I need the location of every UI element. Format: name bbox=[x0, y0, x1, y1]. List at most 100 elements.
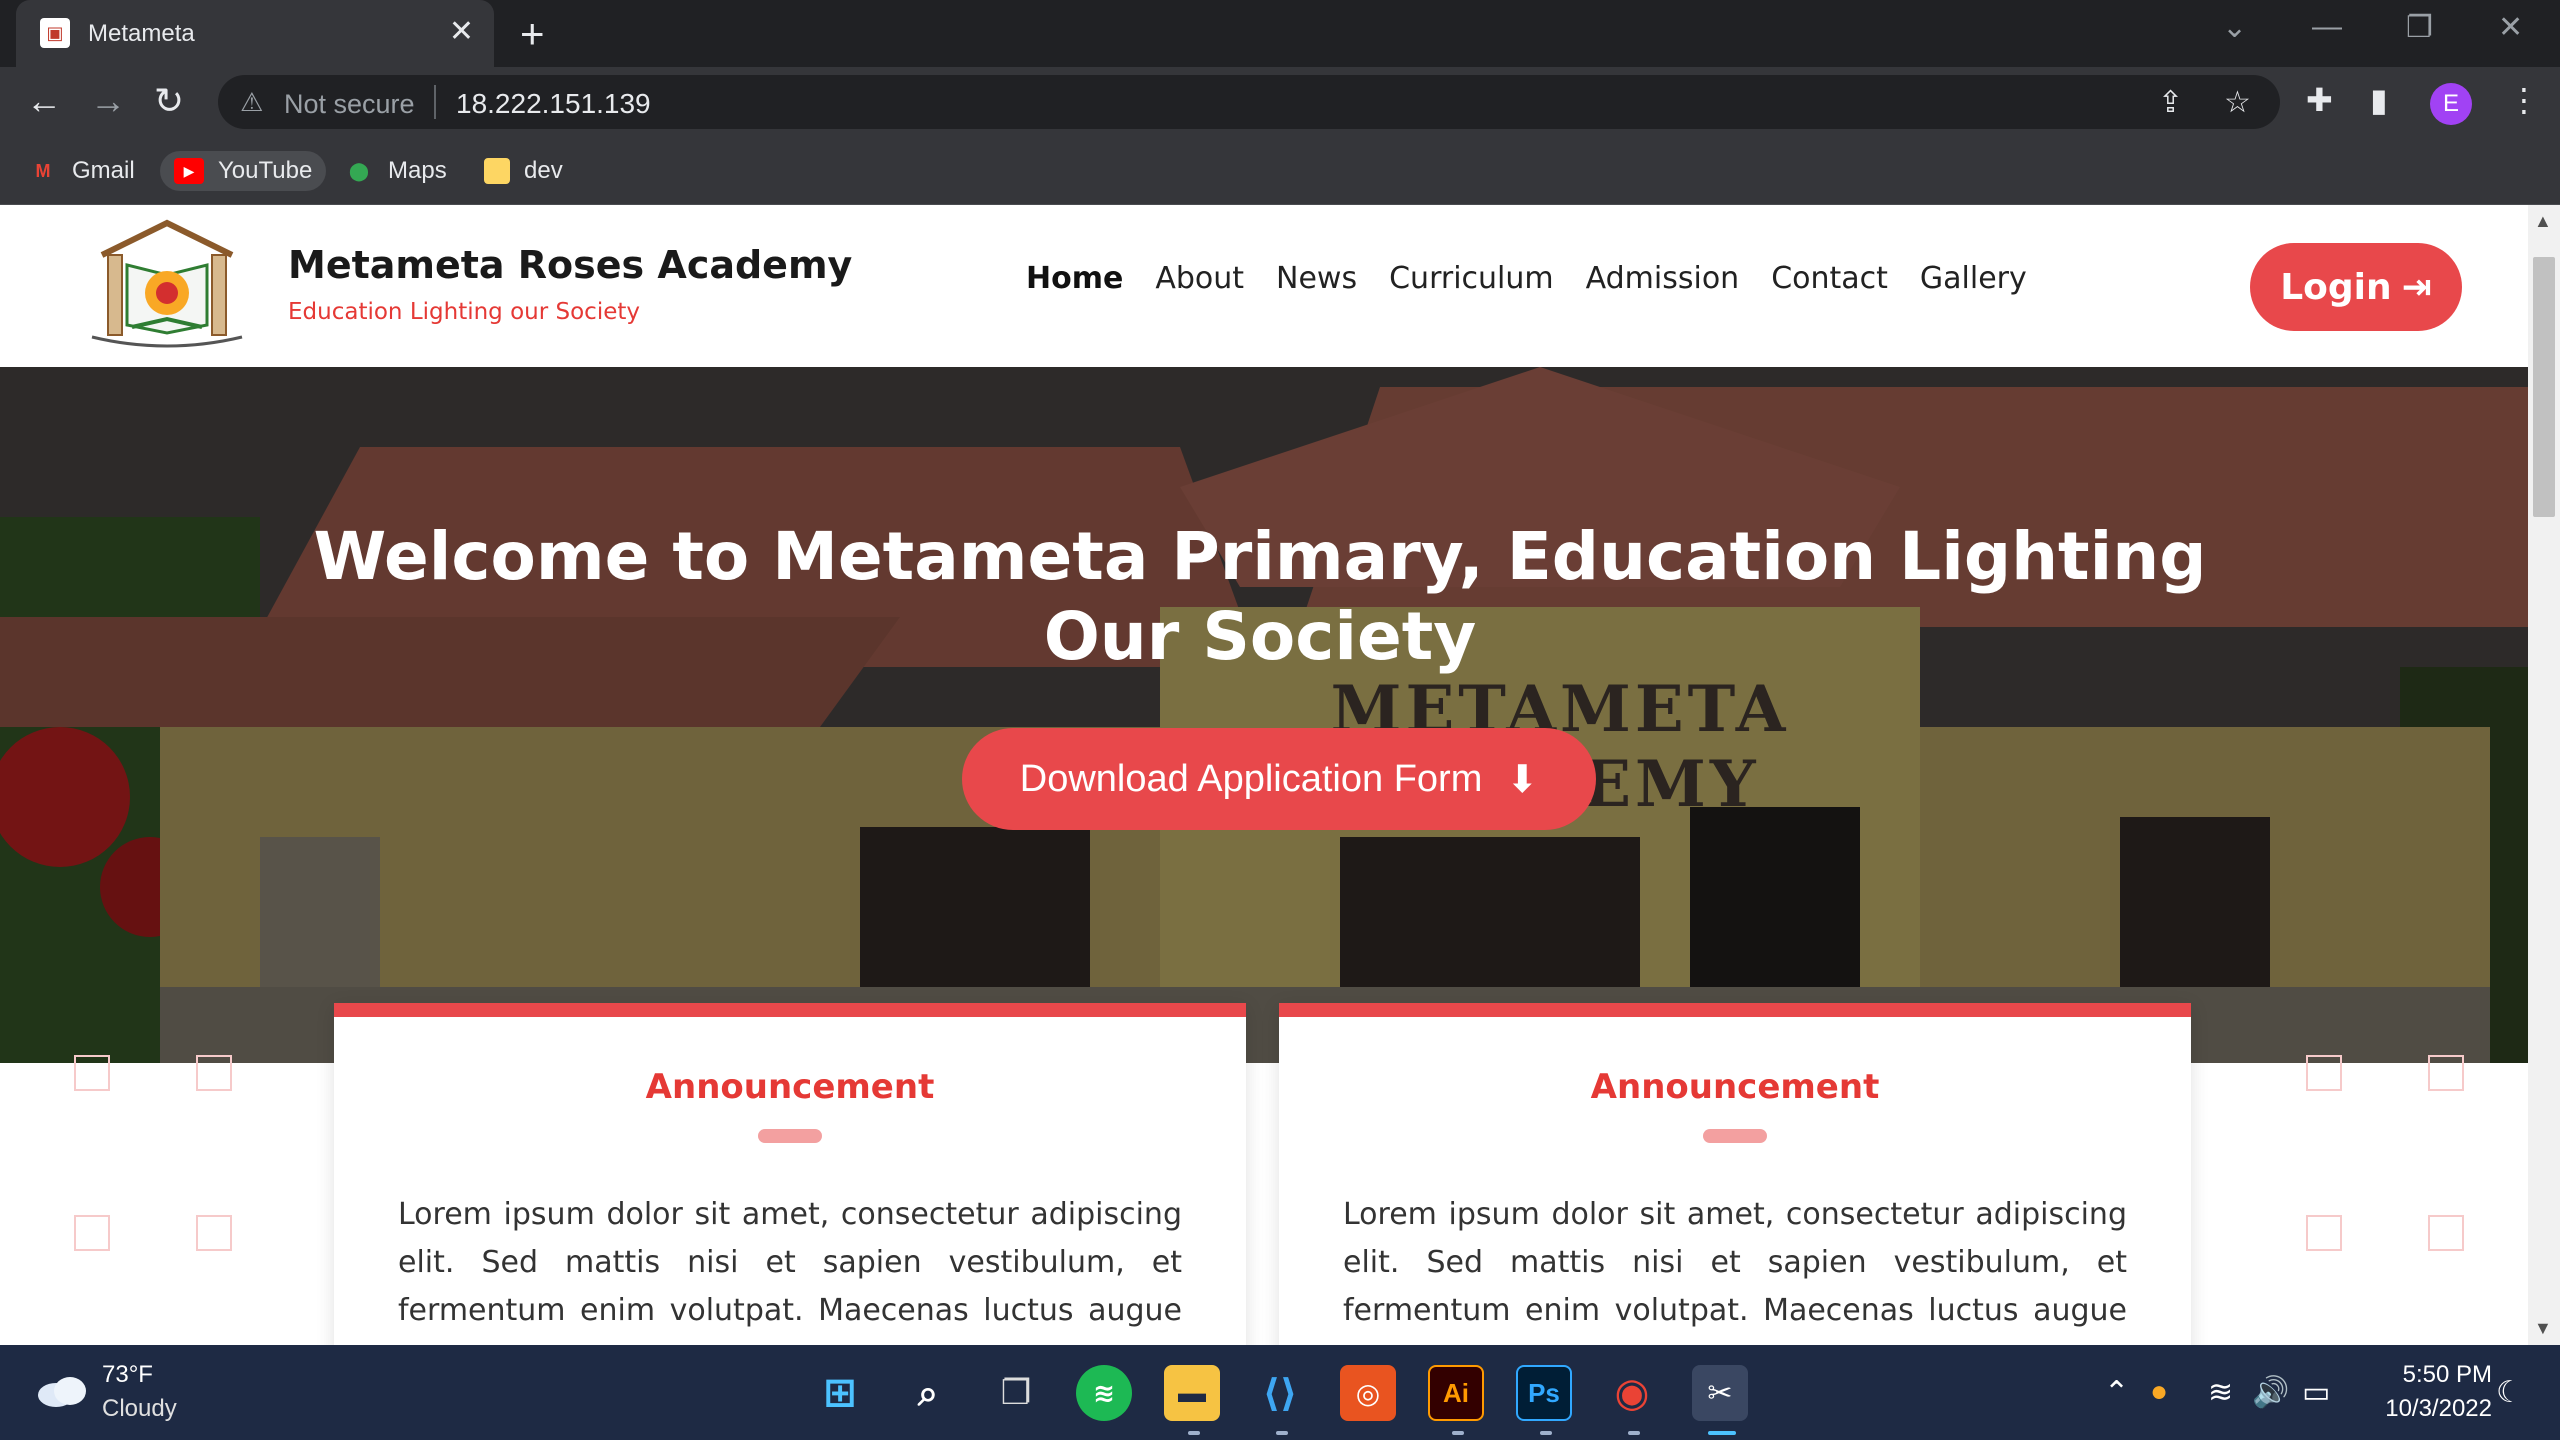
bookmark-dev[interactable]: dev bbox=[484, 151, 563, 191]
nav-curriculum[interactable]: Curriculum bbox=[1389, 261, 1554, 296]
photoshop-icon[interactable]: Ps bbox=[1516, 1365, 1572, 1421]
hero-section: METAMETA ACADEMY Welcome to Metameta Pri… bbox=[0, 367, 2528, 1063]
brand-name[interactable]: Metameta Roses Academy bbox=[288, 243, 852, 287]
browser-tab[interactable]: ▣ Metameta ✕ bbox=[16, 0, 494, 67]
tab-title: Metameta bbox=[88, 20, 195, 47]
announcement-card[interactable]: Announcement Lorem ipsum dolor sit amet,… bbox=[1279, 1003, 2191, 1345]
battery-icon[interactable]: ▭ bbox=[2302, 1375, 2330, 1410]
nav-about[interactable]: About bbox=[1155, 261, 1244, 296]
main-nav: Home About News Curriculum Admission Con… bbox=[1026, 261, 2027, 296]
volume-icon[interactable]: 🔊 bbox=[2252, 1375, 2289, 1410]
ubuntu-icon[interactable]: ◎ bbox=[1340, 1365, 1396, 1421]
minimize-icon[interactable]: — bbox=[2312, 10, 2342, 44]
screen: ▣ Metameta ✕ + ⌄ — ❐ ✕ ← → ↻ ⚠ Not secur… bbox=[0, 0, 2560, 1440]
nav-gallery[interactable]: Gallery bbox=[1920, 261, 2027, 296]
profile-avatar[interactable]: E bbox=[2430, 83, 2472, 125]
chrome-icon[interactable]: ◉ bbox=[1604, 1365, 1660, 1421]
snipping-tool-icon[interactable]: ✂ bbox=[1692, 1365, 1748, 1421]
youtube-icon: ▶ bbox=[174, 158, 204, 184]
folder-icon bbox=[484, 158, 510, 184]
bookmark-star-icon[interactable]: ☆ bbox=[2224, 85, 2251, 120]
windows-start-icon[interactable]: ⊞ bbox=[812, 1365, 868, 1421]
restore-icon[interactable]: ❐ bbox=[2406, 10, 2433, 45]
page-scrollbar[interactable]: ▲ ▼ bbox=[2528, 205, 2560, 1345]
gmail-icon: M bbox=[35, 161, 51, 181]
menu-icon[interactable]: ⋮ bbox=[2508, 81, 2540, 119]
sign-in-icon: ⇥ bbox=[2401, 266, 2432, 308]
nav-news[interactable]: News bbox=[1276, 261, 1357, 296]
tray-app-icon[interactable]: ● bbox=[2150, 1375, 2168, 1409]
url-text[interactable]: 18.222.151.139 bbox=[456, 88, 651, 120]
page-viewport: Metameta Roses Academy Education Lightin… bbox=[0, 205, 2528, 1345]
bookmark-maps[interactable]: ⬤ Maps bbox=[344, 151, 447, 191]
tab-search-icon[interactable]: ⌄ bbox=[2222, 10, 2247, 45]
decor-square bbox=[2306, 1215, 2342, 1251]
download-application-button[interactable]: Download Application Form ⬇ bbox=[962, 728, 1596, 830]
site-favicon-icon: ▣ bbox=[40, 18, 70, 48]
bookmark-label: Maps bbox=[388, 157, 447, 184]
card-text: Lorem ipsum dolor sit amet, consectetur … bbox=[1343, 1197, 2127, 1345]
side-panel-icon[interactable]: ▮ bbox=[2370, 81, 2388, 119]
download-icon: ⬇ bbox=[1506, 758, 1539, 801]
card-title: Announcement bbox=[1590, 1067, 1880, 1107]
reload-icon[interactable]: ↻ bbox=[154, 81, 184, 121]
academy-logo[interactable] bbox=[82, 215, 252, 351]
bookmark-gmail[interactable]: M Gmail bbox=[28, 151, 135, 191]
app-running-indicator bbox=[1628, 1431, 1640, 1435]
show-hidden-icons[interactable]: ⌃ bbox=[2104, 1375, 2129, 1410]
new-tab-button[interactable]: + bbox=[520, 10, 545, 58]
vscode-icon[interactable]: ⟨⟩ bbox=[1252, 1365, 1308, 1421]
illustrator-icon[interactable]: Ai bbox=[1428, 1365, 1484, 1421]
weather-condition[interactable]: Cloudy bbox=[102, 1395, 177, 1423]
decor-square bbox=[74, 1215, 110, 1251]
card-accent-bar bbox=[758, 1129, 822, 1143]
login-button[interactable]: Login ⇥ bbox=[2250, 243, 2462, 331]
notifications-icon[interactable]: ☾ bbox=[2496, 1375, 2523, 1410]
site-header: Metameta Roses Academy Education Lightin… bbox=[0, 205, 2528, 367]
bookmark-label: YouTube bbox=[218, 157, 313, 184]
security-label[interactable]: Not secure bbox=[284, 89, 415, 120]
bookmark-label: dev bbox=[524, 157, 563, 184]
scroll-thumb[interactable] bbox=[2533, 257, 2555, 517]
scroll-down-icon[interactable]: ▼ bbox=[2534, 1318, 2552, 1339]
windows-taskbar: 73°F Cloudy ⊞ ⌕ ❐ ≋ ▬ ⟨⟩ ◎ Ai Ps ◉ ✂ ⌃ ●… bbox=[0, 1345, 2560, 1440]
clock-time[interactable]: 5:50 PM bbox=[2403, 1361, 2492, 1389]
app-running-indicator bbox=[1452, 1431, 1464, 1435]
nav-home[interactable]: Home bbox=[1026, 261, 1123, 296]
app-running-indicator bbox=[1540, 1431, 1552, 1435]
bookmarks-bar: M Gmail ▶ YouTube ⬤ Maps dev bbox=[0, 137, 2560, 205]
download-label: Download Application Form bbox=[1019, 757, 1483, 800]
extensions-icon[interactable]: ✚ bbox=[2306, 81, 2333, 119]
file-explorer-icon[interactable]: ▬ bbox=[1164, 1365, 1220, 1421]
close-tab-icon[interactable]: ✕ bbox=[449, 14, 474, 49]
weather-temperature[interactable]: 73°F bbox=[102, 1361, 153, 1389]
bookmark-youtube[interactable]: ▶ YouTube bbox=[160, 151, 327, 191]
decor-square bbox=[2306, 1055, 2342, 1091]
cloud-icon[interactable] bbox=[36, 1373, 88, 1407]
decor-square bbox=[2428, 1055, 2464, 1091]
nav-admission[interactable]: Admission bbox=[1586, 261, 1740, 296]
wifi-icon[interactable]: ≋ bbox=[2208, 1375, 2233, 1410]
card-text: Lorem ipsum dolor sit amet, consectetur … bbox=[398, 1197, 1182, 1345]
address-bar[interactable]: ⚠ Not secure 18.222.151.139 ⇪ ☆ bbox=[218, 75, 2280, 129]
task-view-icon[interactable]: ❐ bbox=[988, 1365, 1044, 1421]
app-running-indicator bbox=[1188, 1431, 1200, 1435]
announcement-card[interactable]: Announcement Lorem ipsum dolor sit amet,… bbox=[334, 1003, 1246, 1345]
maps-icon: ⬤ bbox=[348, 161, 370, 181]
share-icon[interactable]: ⇪ bbox=[2158, 85, 2183, 120]
decor-square bbox=[196, 1215, 232, 1251]
close-window-icon[interactable]: ✕ bbox=[2498, 10, 2523, 45]
spotify-icon[interactable]: ≋ bbox=[1076, 1365, 1132, 1421]
back-icon[interactable]: ← bbox=[26, 81, 62, 121]
warning-icon[interactable]: ⚠ bbox=[240, 87, 263, 118]
login-label: Login bbox=[2280, 266, 2392, 308]
forward-icon[interactable]: → bbox=[90, 81, 126, 121]
nav-contact[interactable]: Contact bbox=[1771, 261, 1888, 296]
search-icon[interactable]: ⌕ bbox=[900, 1365, 956, 1421]
decor-square bbox=[2428, 1215, 2464, 1251]
decor-square bbox=[196, 1055, 232, 1091]
scroll-up-icon[interactable]: ▲ bbox=[2534, 211, 2552, 232]
clock-date[interactable]: 10/3/2022 bbox=[2385, 1395, 2492, 1423]
card-title: Announcement bbox=[645, 1067, 935, 1107]
app-active-indicator bbox=[1708, 1431, 1736, 1435]
